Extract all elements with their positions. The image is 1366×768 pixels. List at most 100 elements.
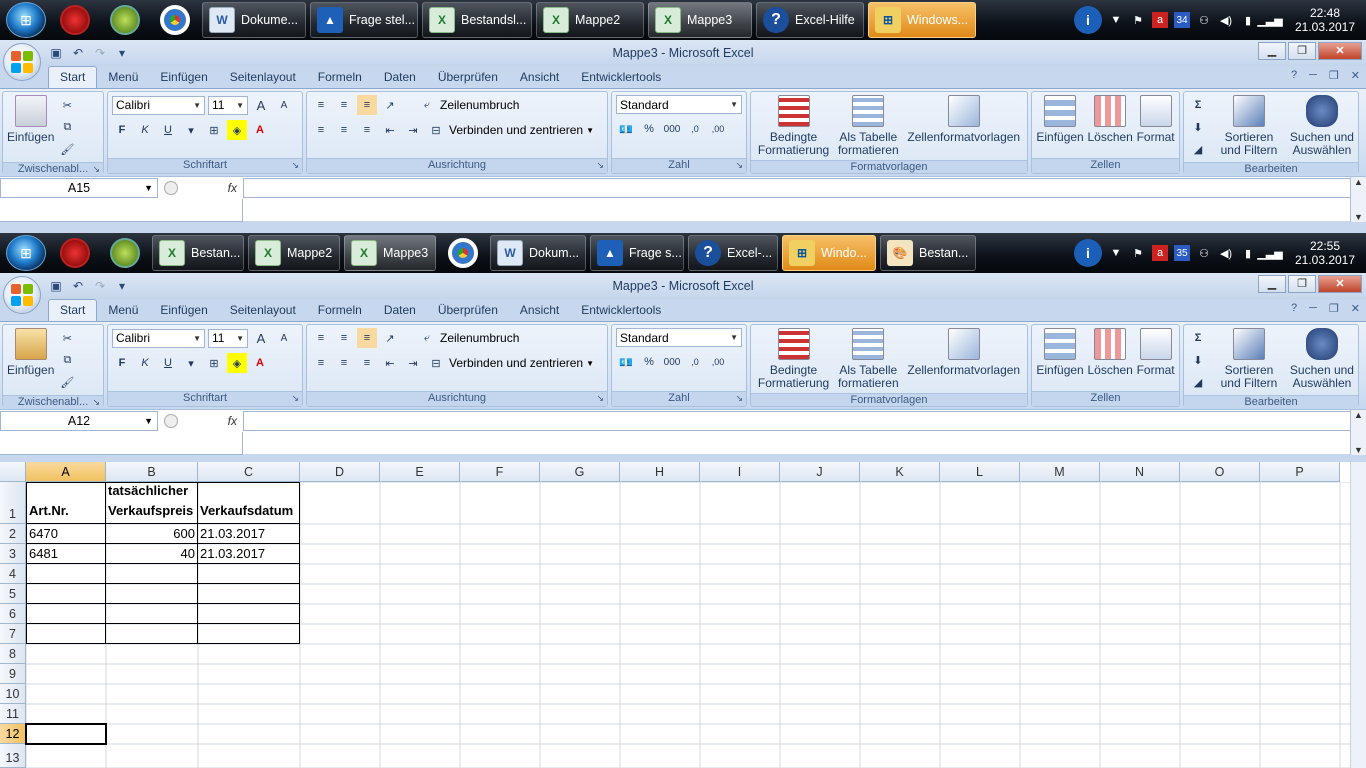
column-header[interactable]: P [1260,462,1340,482]
font-name-select[interactable]: Calibri ▼ [112,328,205,348]
battery-icon[interactable]: ▮ [1240,12,1256,28]
maximize-button[interactable]: ❐ [1288,275,1316,293]
cell-b1[interactable]: tatsächlicher Verkaufspreis [106,482,198,524]
start-button[interactable]: ⊞ [6,2,46,38]
currency-icon[interactable]: 💶 [616,352,636,372]
office-button[interactable] [3,276,41,314]
chevron-down-icon[interactable]: ▼ [586,359,594,368]
cell-c2[interactable]: 21.03.2017 [198,524,300,544]
chevron-down-icon[interactable]: ▼ [1108,12,1124,28]
minimize-button[interactable]: ▁ [1258,42,1286,60]
bold-button[interactable]: F [112,353,132,373]
delete-cells-button[interactable]: Löschen [1087,328,1133,377]
align-center-icon[interactable]: ≡ [334,353,354,373]
restore-icon[interactable]: ❐ [1329,302,1339,315]
dialog-launcher-icon[interactable]: ↘ [92,397,100,408]
office-button[interactable] [3,43,41,81]
underline-button[interactable]: U [158,353,178,373]
column-header[interactable]: L [940,462,1020,482]
column-header[interactable]: B [106,462,198,482]
chevron-up-icon[interactable]: ▲ [1354,410,1363,420]
cell-b5[interactable] [106,584,198,604]
italic-button[interactable]: K [135,120,155,140]
row-header[interactable]: 8 [0,644,26,664]
taskbar-frage-stellen[interactable]: ▲ Frage stel... [310,2,418,38]
minimize-button[interactable]: ▁ [1258,275,1286,293]
fill-down-icon[interactable]: ⬇ [1188,117,1208,137]
taskbar-windows[interactable]: ⊞ Windo... [782,235,876,271]
row-header[interactable]: 4 [0,564,26,584]
increase-indent-icon[interactable]: ⇥ [403,353,423,373]
column-header[interactable]: G [540,462,620,482]
taskbar-mappe2[interactable]: X Mappe2 [536,2,644,38]
close-workbook-icon[interactable]: ✕ [1351,69,1360,82]
cell-c3[interactable]: 21.03.2017 [198,544,300,564]
taskbar-bestandsliste[interactable]: X Bestandsl... [422,2,532,38]
pause-app-pin[interactable] [102,235,148,271]
column-header[interactable]: K [860,462,940,482]
tab-data[interactable]: Daten [373,300,427,321]
dialog-launcher-icon[interactable]: ↘ [596,393,604,404]
tab-page-layout[interactable]: Seitenlayout [219,300,307,321]
wrap-text-icon[interactable]: ⤶ [417,328,437,348]
row-header[interactable]: 5 [0,584,26,604]
align-top-icon[interactable]: ≡ [311,328,331,348]
format-as-table-button[interactable]: Als Tabelle formatieren [838,95,899,157]
align-top-icon[interactable]: ≡ [311,95,331,115]
increase-decimal-button[interactable]: ,0 [685,119,705,139]
network-users-icon[interactable]: ⚇ [1196,245,1212,261]
decrease-decimal-button[interactable]: ,00 [708,352,728,372]
column-header[interactable]: I [700,462,780,482]
taskbar-word-document[interactable]: W Dokume... [202,2,306,38]
info-icon[interactable]: i [1074,6,1102,34]
font-size-select[interactable]: 11 ▼ [208,95,248,115]
cell-b6[interactable] [106,604,198,624]
number-format-select[interactable]: Standard ▼ [616,95,742,114]
column-header[interactable]: E [380,462,460,482]
align-left-icon[interactable]: ≡ [311,353,331,373]
taskbar-excel-hilfe[interactable]: ? Excel-Hilfe [756,2,864,38]
chevron-down-icon[interactable]: ▾ [181,353,201,373]
cut-icon[interactable]: ✂ [57,328,77,348]
column-header[interactable]: H [620,462,700,482]
volume-icon[interactable]: ◀) [1218,245,1234,261]
name-box[interactable]: A12 ▼ [0,411,158,431]
flag-icon[interactable]: ⚑ [1130,245,1146,261]
taskbar-windows[interactable]: ⊞ Windows... [868,2,976,38]
column-header[interactable]: C [198,462,300,482]
underline-button[interactable]: U [158,120,178,140]
font-size-select[interactable]: 11 ▼ [208,328,248,348]
align-bottom-icon[interactable]: ≡ [357,328,377,348]
grow-font-button[interactable]: A [251,328,271,348]
orientation-icon[interactable]: ↗ [380,95,400,115]
borders-icon[interactable]: ⊞ [204,120,224,140]
fill-color-icon[interactable]: ◈ [227,353,247,373]
formula-input[interactable] [243,411,1350,431]
cell-a7[interactable] [26,624,106,644]
clock[interactable]: 22:48 21.03.2017 [1292,6,1358,34]
close-button[interactable]: ✕ [1318,275,1362,293]
chrome-pin[interactable] [440,235,486,271]
dialog-launcher-icon[interactable]: ↘ [735,393,743,404]
column-header[interactable]: F [460,462,540,482]
row-header[interactable]: 6 [0,604,26,624]
cell-a1[interactable]: Art.Nr. [26,482,106,524]
sort-filter-button[interactable]: Sortieren und Filtern [1221,95,1277,157]
close-button[interactable]: ✕ [1318,42,1362,60]
maximize-button[interactable]: ❐ [1288,42,1316,60]
align-middle-icon[interactable]: ≡ [334,328,354,348]
calendar-badge[interactable]: 34 [1174,12,1190,28]
cell-c7[interactable] [198,624,300,644]
column-header[interactable]: J [780,462,860,482]
row-header[interactable]: 12 [0,724,26,744]
tab-insert[interactable]: Einfügen [149,300,218,321]
row-header[interactable]: 2 [0,524,26,544]
tab-formulas[interactable]: Formeln [307,300,373,321]
paste-button[interactable]: Einfügen [7,95,54,144]
taskbar-mappe2[interactable]: X Mappe2 [248,235,340,271]
insert-function-button[interactable]: fx [228,414,237,428]
merge-center-button[interactable]: Verbinden und zentrieren [449,123,583,137]
battery-icon[interactable]: ▮ [1240,245,1256,261]
clear-icon[interactable]: ◢ [1188,372,1208,392]
merge-icon[interactable]: ⊟ [426,120,446,140]
